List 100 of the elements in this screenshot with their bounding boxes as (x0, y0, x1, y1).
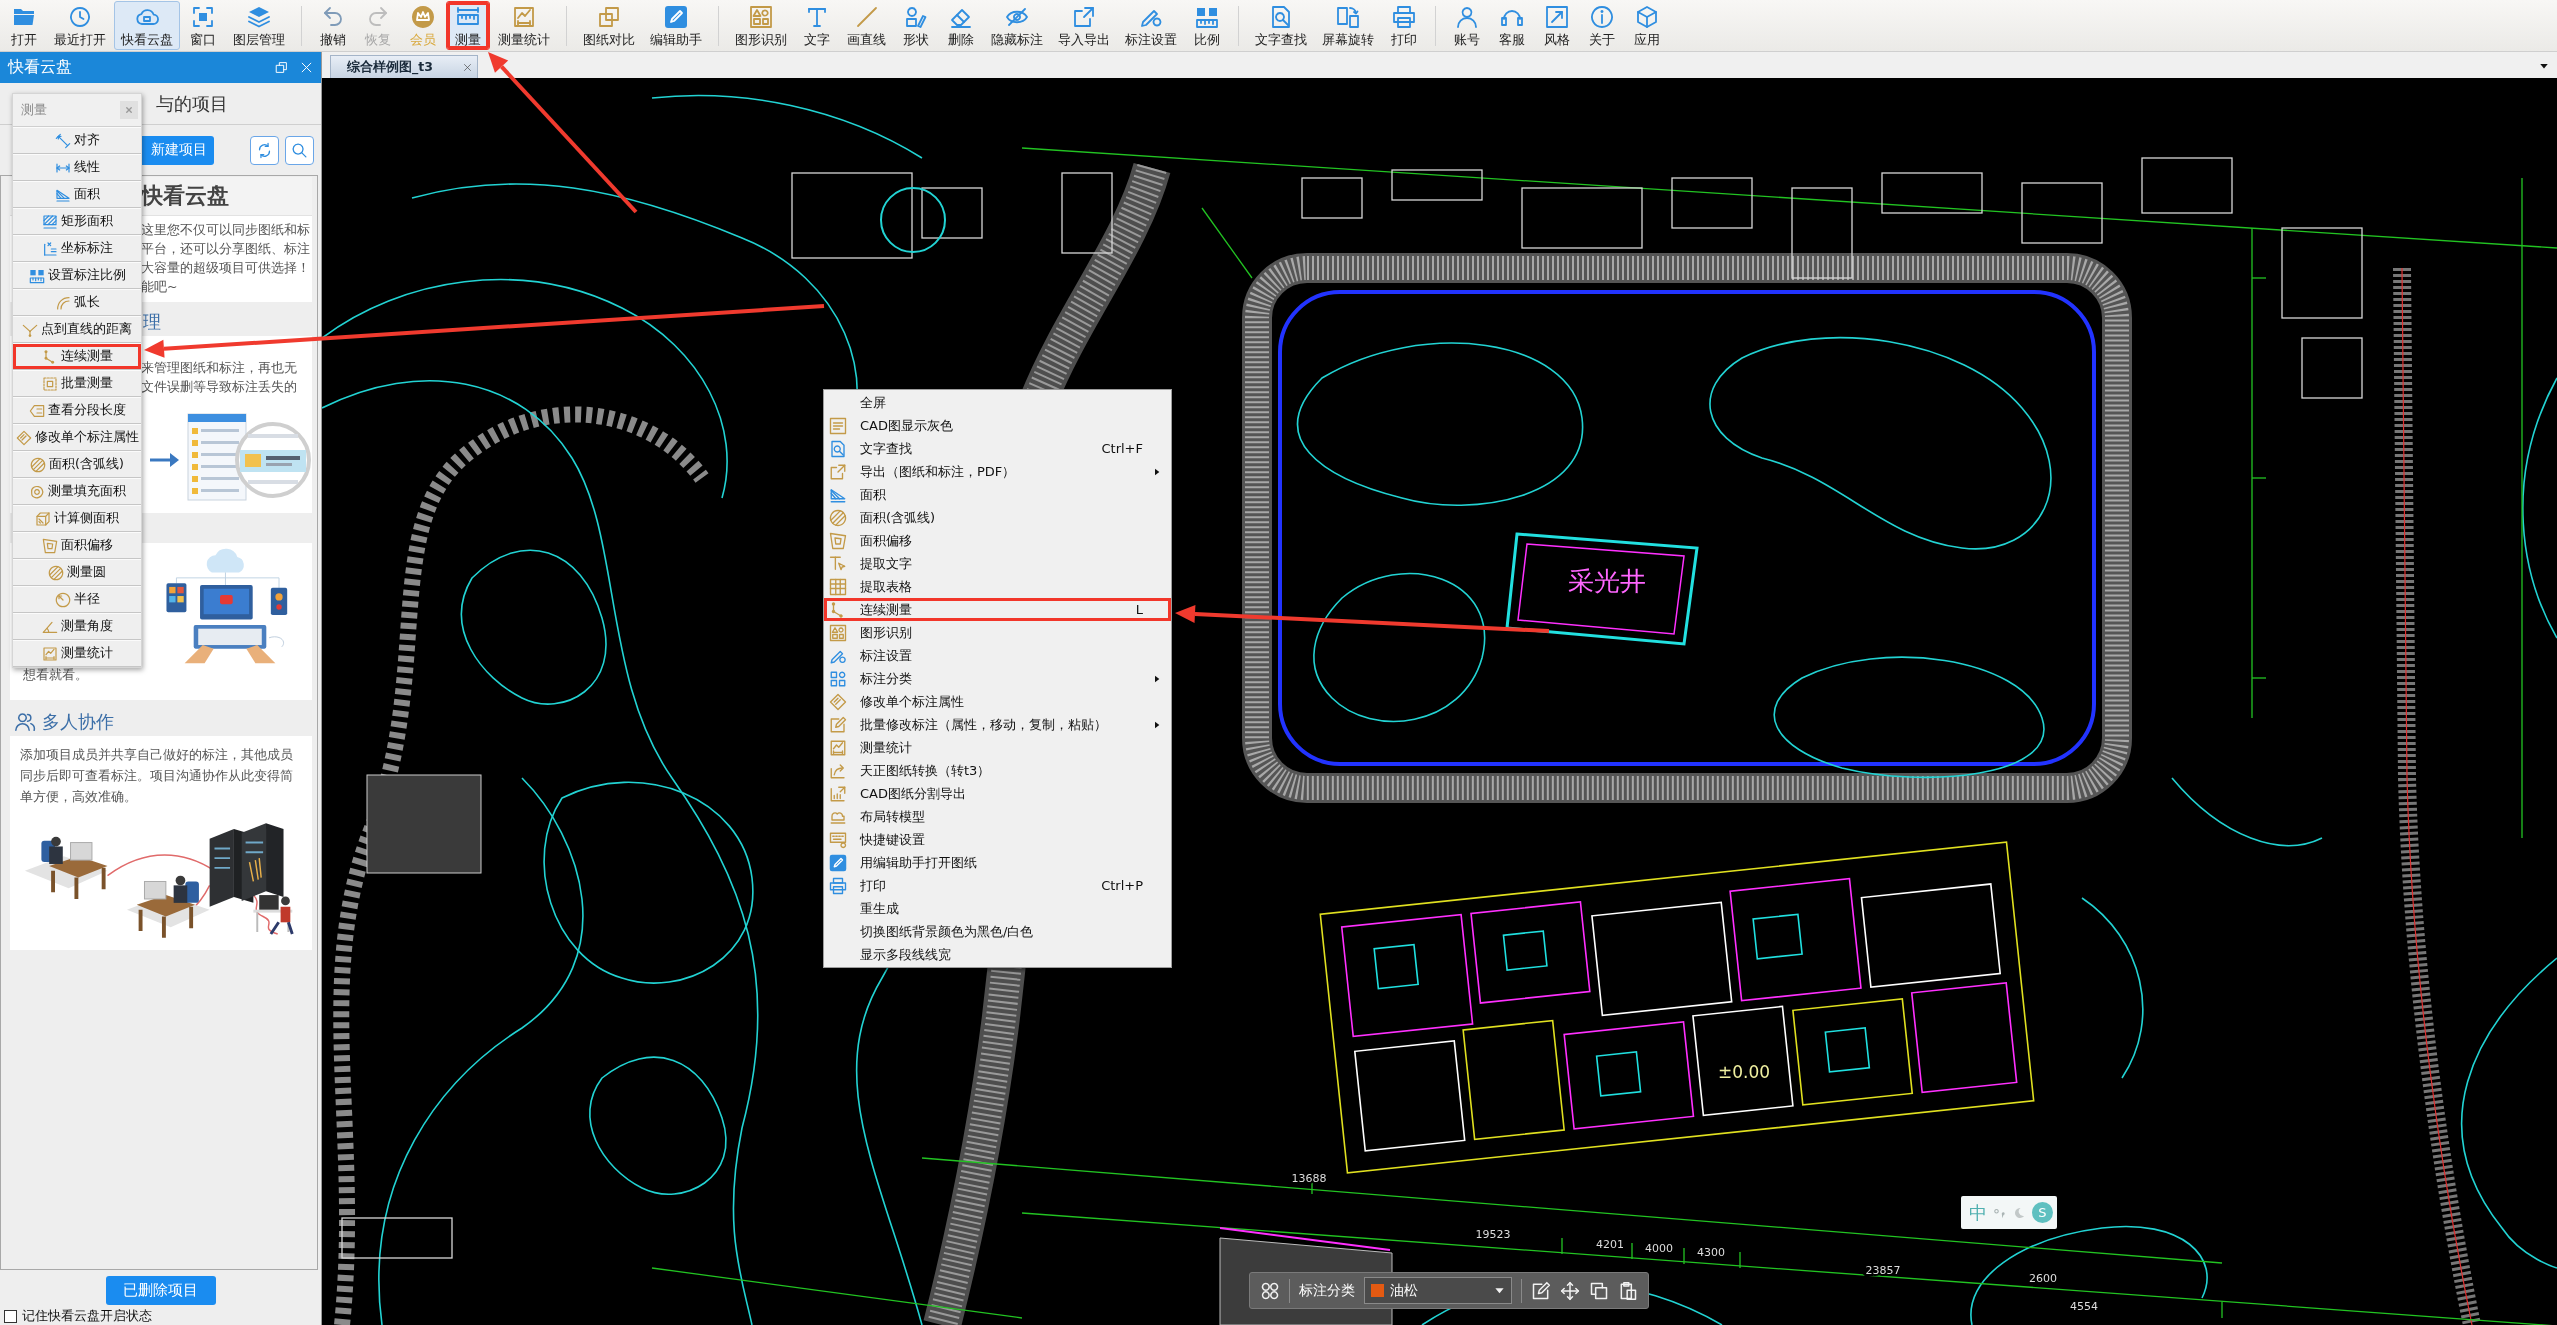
shapes-icon (749, 4, 773, 29)
card-text: 想看就看。 (22, 666, 89, 684)
clipboard-icon[interactable] (1618, 1280, 1638, 1301)
edit-document-icon[interactable] (1531, 1280, 1551, 1301)
toolbar-button[interactable]: 形状 (894, 1, 938, 50)
menu-item[interactable]: 矩形面积 (13, 208, 141, 235)
menu-item[interactable]: 面积(含弧线) (824, 506, 1171, 529)
menu-item[interactable]: 连续测量 L (824, 598, 1171, 621)
menu-item[interactable]: 测量角度 (13, 613, 141, 640)
menu-item[interactable]: 弧长 (13, 289, 141, 316)
close-icon[interactable] (120, 101, 138, 119)
move-arrows-icon[interactable] (1560, 1280, 1580, 1301)
menu-item[interactable]: 文字查找 Ctrl+F (824, 437, 1171, 460)
toolbar-button[interactable]: 隐藏标注 (984, 1, 1050, 50)
toolbar-button[interactable]: 标注设置 (1118, 1, 1184, 50)
toolbar-button[interactable]: 打开 (2, 1, 46, 50)
toolbar-button[interactable]: 应用 (1625, 1, 1669, 50)
menu-item[interactable]: CAD图显示灰色 (824, 414, 1171, 437)
menu-item[interactable]: 测量统计 (13, 640, 141, 667)
toolbar-button[interactable]: 客服 (1490, 1, 1534, 50)
menu-item[interactable]: 查看分段长度 (13, 397, 141, 424)
menu-item[interactable]: 快捷键设置 (824, 828, 1171, 851)
toolbar-button[interactable]: 图形识别 (728, 1, 794, 50)
refresh-button[interactable] (250, 135, 279, 165)
menu-item[interactable]: 打印 Ctrl+P (824, 874, 1171, 897)
close-icon[interactable] (463, 62, 472, 72)
ring-blob-icon (28, 483, 45, 500)
menu-item[interactable]: 提取文字 (824, 552, 1171, 575)
card-text: 添加项目成员并共享自己做好的标注，其他成员同步后即可查看标注。项目沟通协作从此变得简单方便，高效准确。 (20, 746, 294, 806)
menu-item[interactable]: 半径 (13, 586, 141, 613)
menu-item[interactable]: 切换图纸背景颜色为黑色/白色 (824, 920, 1171, 943)
toolbar-button[interactable]: 最近打开 (47, 1, 113, 50)
table-icon (829, 577, 847, 596)
menu-item[interactable]: 重生成 (824, 897, 1171, 920)
document-tab[interactable]: 综合样例图_t3 (330, 55, 478, 78)
menu-item[interactable]: 面积偏移 (13, 532, 141, 559)
menu-item[interactable]: 面积 (824, 483, 1171, 506)
menu-item[interactable]: 标注分类 (824, 667, 1171, 690)
menu-item[interactable]: 布局转模型 (824, 805, 1171, 828)
caret-down-icon[interactable] (2539, 61, 2549, 71)
four-circles-icon[interactable] (1260, 1280, 1280, 1301)
toolbar-button[interactable]: 窗口 (181, 1, 225, 50)
toolbar-button[interactable]: 导入导出 (1051, 1, 1117, 50)
menu-item[interactable]: 线性 (13, 154, 141, 181)
menu-item[interactable]: 计算侧面积 (13, 505, 141, 532)
cube-icon (1635, 4, 1659, 29)
menu-item[interactable]: 标注设置 (824, 644, 1171, 667)
menu-item[interactable]: 面积偏移 (824, 529, 1171, 552)
menu-item[interactable]: 点到直线的距离 (13, 316, 141, 343)
menu-item[interactable]: 提取表格 (824, 575, 1171, 598)
toolbar-button[interactable]: 删除 (939, 1, 983, 50)
dimension-label: 23857 (1865, 1264, 1901, 1277)
toolbar-button[interactable]: 编辑助手 (643, 1, 709, 50)
toolbar-button[interactable]: 文字 (795, 1, 839, 50)
toolbar-button[interactable]: 打印 (1382, 1, 1426, 50)
copy-icon[interactable] (1589, 1280, 1609, 1301)
caret-down-icon (1494, 1285, 1505, 1296)
menu-item[interactable]: 设置标注比例 (13, 262, 141, 289)
toolbar-button[interactable]: 风格 (1535, 1, 1579, 50)
toolbar-button[interactable]: 比例 (1185, 1, 1229, 50)
toolbar-button[interactable]: 测量 (446, 1, 490, 50)
toolbar-button[interactable]: 测量统计 (491, 1, 557, 50)
edit-document-icon (829, 715, 847, 734)
four-shapes-icon (829, 669, 847, 688)
menu-item[interactable]: 面积(含弧线) (13, 451, 141, 478)
toolbar-button[interactable]: 关于 (1580, 1, 1624, 50)
chart-icon (41, 645, 58, 662)
menu-item[interactable]: 对齐 (13, 127, 141, 154)
shapes-pen-icon (904, 4, 928, 29)
menu-item[interactable]: 测量填充面积 (13, 478, 141, 505)
toolbar-button[interactable]: 账号 (1445, 1, 1489, 50)
toolbar-button[interactable]: 屏幕旋转 (1315, 1, 1381, 50)
menu-item[interactable]: 面积 (13, 181, 141, 208)
menu-item[interactable]: CAD图纸分割导出 (824, 782, 1171, 805)
toolbar-button[interactable]: 快看云盘 (114, 1, 180, 50)
menu-item[interactable]: 连续测量 (13, 343, 141, 370)
menu-item[interactable]: 显示多段线线宽 (824, 943, 1171, 966)
toolbar-button[interactable]: 画直线 (840, 1, 893, 50)
menu-item[interactable]: 批量修改标注（属性，移动，复制，粘贴） (824, 713, 1171, 736)
menu-item[interactable]: 修改单个标注属性 (824, 690, 1171, 713)
menu-item[interactable]: 全屏 (824, 391, 1171, 414)
restore-window-icon[interactable] (275, 61, 288, 74)
menu-item[interactable]: 批量测量 (13, 370, 141, 397)
toolbar-button[interactable]: 图纸对比 (576, 1, 642, 50)
menu-item[interactable]: 图形识别 (824, 621, 1171, 644)
toolbar-button[interactable]: 图层管理 (226, 1, 292, 50)
menu-item[interactable]: 用编辑助手打开图纸 (824, 851, 1171, 874)
menu-item[interactable]: 测量圆 (13, 559, 141, 586)
menu-item[interactable]: 导出（图纸和标注，PDF） (824, 460, 1171, 483)
toolbar-button[interactable]: 文字查找 (1248, 1, 1314, 50)
dimension-label: 19523 (1475, 1228, 1511, 1241)
menu-item[interactable]: 天正图纸转换（转t3） (824, 759, 1171, 782)
menu-item[interactable]: 修改单个标注属性 (13, 424, 141, 451)
checkbox[interactable] (4, 1310, 17, 1323)
category-dropdown[interactable]: 油松 (1364, 1277, 1512, 1304)
menu-item[interactable]: 坐标标注 (13, 235, 141, 262)
toolbar-button[interactable]: 撤销 (311, 1, 355, 50)
search-button[interactable] (285, 135, 314, 165)
menu-item[interactable]: 测量统计 (824, 736, 1171, 759)
scale-ruler-icon (28, 267, 45, 284)
